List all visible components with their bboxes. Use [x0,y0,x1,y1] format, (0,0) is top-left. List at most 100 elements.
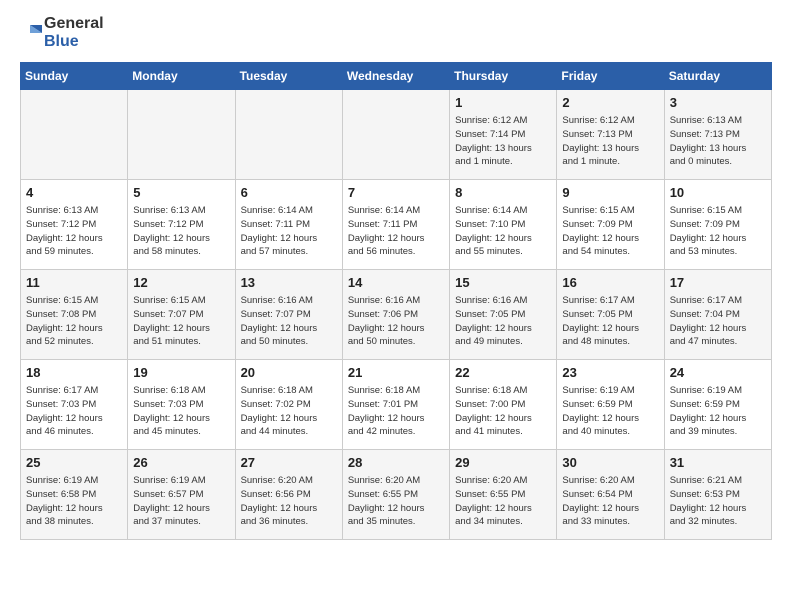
weekday-header-friday: Friday [557,62,664,89]
calendar-cell: 24 Sunrise: 6:19 AM Sunset: 6:59 PM Dayli… [664,359,771,449]
day-number: 23 [562,364,658,382]
weekday-header-saturday: Saturday [664,62,771,89]
day-number: 21 [348,364,444,382]
calendar-cell [342,89,449,179]
calendar-cell: 31Sunrise: 6:21 AM Sunset: 6:53 PM Dayli… [664,449,771,539]
day-number: 18 [26,364,122,382]
calendar-week-row: 11Sunrise: 6:15 AM Sunset: 7:08 PM Dayli… [21,269,772,359]
calendar-cell: 13 Sunrise: 6:16 AM Sunset: 7:07 PM Dayli… [235,269,342,359]
calendar-cell: 12Sunrise: 6:15 AM Sunset: 7:07 PM Dayli… [128,269,235,359]
day-number: 4 [26,184,122,202]
calendar-cell: 16 Sunrise: 6:17 AM Sunset: 7:05 PM Dayli… [557,269,664,359]
calendar-cell: 26 Sunrise: 6:19 AM Sunset: 6:57 PM Dayli… [128,449,235,539]
day-info: Sunrise: 6:16 AM Sunset: 7:06 PM Dayligh… [348,294,444,349]
day-info: Sunrise: 6:20 AM Sunset: 6:55 PM Dayligh… [348,474,444,529]
day-info: Sunrise: 6:20 AM Sunset: 6:55 PM Dayligh… [455,474,551,529]
day-number: 12 [133,274,229,292]
calendar-cell: 4 Sunrise: 6:13 AM Sunset: 7:12 PM Daylig… [21,179,128,269]
calendar-week-row: 25Sunrise: 6:19 AM Sunset: 6:58 PM Dayli… [21,449,772,539]
calendar-cell: 10 Sunrise: 6:15 AM Sunset: 7:09 PM Dayli… [664,179,771,269]
day-number: 24 [670,364,766,382]
day-number: 28 [348,454,444,472]
calendar-cell: 30 Sunrise: 6:20 AM Sunset: 6:54 PM Dayli… [557,449,664,539]
day-info: Sunrise: 6:14 AM Sunset: 7:10 PM Dayligh… [455,204,551,259]
day-info: Sunrise: 6:13 AM Sunset: 7:12 PM Dayligh… [133,204,229,259]
day-info: Sunrise: 6:17 AM Sunset: 7:05 PM Dayligh… [562,294,658,349]
calendar-cell: 3Sunrise: 6:13 AM Sunset: 7:13 PM Daylig… [664,89,771,179]
logo-bird-icon [20,17,42,49]
day-number: 8 [455,184,551,202]
weekday-header-sunday: Sunday [21,62,128,89]
day-info: Sunrise: 6:12 AM Sunset: 7:14 PM Dayligh… [455,114,551,169]
day-number: 13 [241,274,337,292]
day-info: Sunrise: 6:20 AM Sunset: 6:54 PM Dayligh… [562,474,658,529]
weekday-header-tuesday: Tuesday [235,62,342,89]
weekday-header-thursday: Thursday [450,62,557,89]
day-number: 17 [670,274,766,292]
day-number: 9 [562,184,658,202]
calendar-cell: 19Sunrise: 6:18 AM Sunset: 7:03 PM Dayli… [128,359,235,449]
day-info: Sunrise: 6:19 AM Sunset: 6:58 PM Dayligh… [26,474,122,529]
logo: General Blue [20,15,104,52]
calendar-cell: 1 Sunrise: 6:12 AM Sunset: 7:14 PM Daylig… [450,89,557,179]
day-info: Sunrise: 6:15 AM Sunset: 7:08 PM Dayligh… [26,294,122,349]
day-info: Sunrise: 6:18 AM Sunset: 7:01 PM Dayligh… [348,384,444,439]
day-info: Sunrise: 6:18 AM Sunset: 7:03 PM Dayligh… [133,384,229,439]
day-number: 7 [348,184,444,202]
logo-general: General [44,15,104,33]
day-number: 26 [133,454,229,472]
weekday-header-monday: Monday [128,62,235,89]
day-number: 16 [562,274,658,292]
weekday-header-wednesday: Wednesday [342,62,449,89]
calendar-cell: 25Sunrise: 6:19 AM Sunset: 6:58 PM Dayli… [21,449,128,539]
day-info: Sunrise: 6:14 AM Sunset: 7:11 PM Dayligh… [241,204,337,259]
day-number: 29 [455,454,551,472]
day-number: 2 [562,94,658,112]
calendar-cell: 23 Sunrise: 6:19 AM Sunset: 6:59 PM Dayli… [557,359,664,449]
logo-blue: Blue [44,33,104,51]
calendar-cell: 27 Sunrise: 6:20 AM Sunset: 6:56 PM Dayli… [235,449,342,539]
calendar-cell: 18Sunrise: 6:17 AM Sunset: 7:03 PM Dayli… [21,359,128,449]
day-number: 10 [670,184,766,202]
day-info: Sunrise: 6:12 AM Sunset: 7:13 PM Dayligh… [562,114,658,169]
day-info: Sunrise: 6:20 AM Sunset: 6:56 PM Dayligh… [241,474,337,529]
calendar-cell [21,89,128,179]
day-number: 1 [455,94,551,112]
calendar-cell [235,89,342,179]
day-info: Sunrise: 6:18 AM Sunset: 7:02 PM Dayligh… [241,384,337,439]
calendar-table: SundayMondayTuesdayWednesdayThursdayFrid… [20,62,772,540]
day-number: 31 [670,454,766,472]
calendar-week-row: 1 Sunrise: 6:12 AM Sunset: 7:14 PM Daylig… [21,89,772,179]
day-number: 6 [241,184,337,202]
day-number: 22 [455,364,551,382]
day-number: 30 [562,454,658,472]
calendar-cell: 8 Sunrise: 6:14 AM Sunset: 7:10 PM Daylig… [450,179,557,269]
calendar-cell: 2 Sunrise: 6:12 AM Sunset: 7:13 PM Daylig… [557,89,664,179]
day-info: Sunrise: 6:19 AM Sunset: 6:59 PM Dayligh… [670,384,766,439]
calendar-cell [128,89,235,179]
day-number: 5 [133,184,229,202]
day-info: Sunrise: 6:19 AM Sunset: 6:59 PM Dayligh… [562,384,658,439]
calendar-cell: 7 Sunrise: 6:14 AM Sunset: 7:11 PM Daylig… [342,179,449,269]
day-info: Sunrise: 6:16 AM Sunset: 7:07 PM Dayligh… [241,294,337,349]
day-number: 27 [241,454,337,472]
day-number: 3 [670,94,766,112]
day-info: Sunrise: 6:15 AM Sunset: 7:09 PM Dayligh… [670,204,766,259]
day-info: Sunrise: 6:16 AM Sunset: 7:05 PM Dayligh… [455,294,551,349]
day-info: Sunrise: 6:18 AM Sunset: 7:00 PM Dayligh… [455,384,551,439]
day-info: Sunrise: 6:17 AM Sunset: 7:04 PM Dayligh… [670,294,766,349]
day-number: 14 [348,274,444,292]
day-info: Sunrise: 6:13 AM Sunset: 7:12 PM Dayligh… [26,204,122,259]
weekday-header-row: SundayMondayTuesdayWednesdayThursdayFrid… [21,62,772,89]
day-number: 20 [241,364,337,382]
calendar-cell: 14 Sunrise: 6:16 AM Sunset: 7:06 PM Dayli… [342,269,449,359]
day-info: Sunrise: 6:14 AM Sunset: 7:11 PM Dayligh… [348,204,444,259]
calendar-cell: 9Sunrise: 6:15 AM Sunset: 7:09 PM Daylig… [557,179,664,269]
day-info: Sunrise: 6:19 AM Sunset: 6:57 PM Dayligh… [133,474,229,529]
calendar-cell: 5 Sunrise: 6:13 AM Sunset: 7:12 PM Daylig… [128,179,235,269]
calendar-cell: 17 Sunrise: 6:17 AM Sunset: 7:04 PM Dayli… [664,269,771,359]
calendar-cell: 29 Sunrise: 6:20 AM Sunset: 6:55 PM Dayli… [450,449,557,539]
calendar-cell: 15Sunrise: 6:16 AM Sunset: 7:05 PM Dayli… [450,269,557,359]
calendar-cell: 11Sunrise: 6:15 AM Sunset: 7:08 PM Dayli… [21,269,128,359]
calendar-cell: 20 Sunrise: 6:18 AM Sunset: 7:02 PM Dayli… [235,359,342,449]
